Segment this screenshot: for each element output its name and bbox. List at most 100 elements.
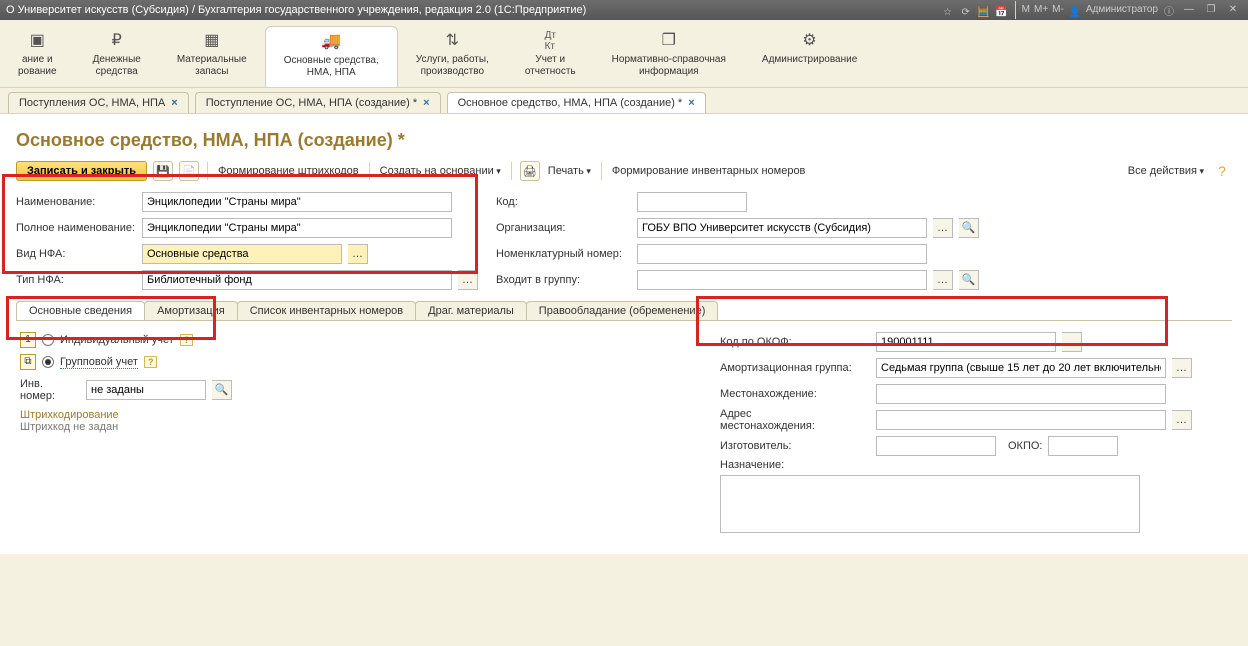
favorite-icon[interactable]: ☆ (941, 3, 955, 17)
fullname-input[interactable] (142, 218, 452, 238)
action-bar: Записать и закрыть 💾 📄 Формирование штри… (16, 161, 1232, 181)
radio-group[interactable] (42, 356, 54, 368)
label-group[interactable]: Групповой учет (60, 356, 138, 369)
calculator-icon[interactable]: 🧮 (977, 3, 991, 17)
barcoding-status: Штрихкод не задан (20, 421, 360, 433)
ingroup-input[interactable] (637, 270, 927, 290)
purpose-textarea[interactable] (720, 475, 1140, 533)
user-name[interactable]: Администратор (1086, 0, 1158, 20)
help-icon[interactable]: ? (144, 356, 158, 368)
search-icon[interactable]: 🔍 (212, 380, 232, 400)
minimize-button[interactable]: — (1180, 0, 1198, 20)
label-nomen: Номенклатурный номер: (496, 248, 631, 260)
label-vid-nfa: Вид НФА: (16, 248, 136, 260)
address-input[interactable] (876, 410, 1166, 430)
help-icon[interactable]: ? (1212, 161, 1232, 181)
create-on-basis-button[interactable]: Создать на основании (378, 163, 503, 179)
memory-mminus[interactable]: M- (1052, 0, 1064, 20)
label-tip-nfa: Тип НФА: (16, 274, 136, 286)
mode-1-icon: 1 (20, 332, 36, 348)
module-reference[interactable]: ❐Нормативно-справочная информация (594, 26, 744, 87)
ellipsis-button[interactable]: … (458, 270, 478, 290)
tab-precious[interactable]: Драг. материалы (415, 301, 527, 320)
label-okpo: ОКПО: (1008, 440, 1042, 452)
okpo-input[interactable] (1048, 436, 1118, 456)
ellipsis-button[interactable]: … (1062, 332, 1082, 352)
tab-main-info[interactable]: Основные сведения (16, 301, 145, 320)
window-title: О Университет искусств (Субсидия) / Бухг… (6, 0, 586, 20)
close-icon[interactable]: × (171, 97, 177, 109)
module-materials[interactable]: ▦Материальные запасы (159, 26, 265, 87)
page-title: Основное средство, НМА, НПА (создание) * (16, 130, 1232, 151)
memory-mplus[interactable]: M+ (1034, 0, 1048, 20)
tab-inv-list[interactable]: Список инвентарных номеров (237, 301, 416, 320)
okof-input[interactable] (876, 332, 1056, 352)
save-close-button[interactable]: Записать и закрыть (16, 161, 147, 181)
help-icon[interactable]: ? (180, 334, 194, 346)
vid-nfa-input[interactable] (142, 244, 342, 264)
memory-m[interactable]: M (1022, 0, 1030, 20)
nomen-input[interactable] (637, 244, 927, 264)
module-0[interactable]: ▣ание и рование (0, 26, 75, 87)
label-fullname: Полное наименование: (16, 222, 136, 234)
close-icon[interactable]: × (688, 97, 694, 109)
calendar-icon[interactable]: 📅 (995, 3, 1009, 17)
doc-icon-button[interactable]: 📄 (179, 161, 199, 181)
label-ingroup: Входит в группу: (496, 274, 631, 286)
org-input[interactable] (637, 218, 927, 238)
close-icon[interactable]: × (423, 97, 429, 109)
maker-input[interactable] (876, 436, 996, 456)
label-individual: Индивидуальный учет (60, 334, 174, 346)
module-cash[interactable]: ₽Денежные средства (75, 26, 159, 87)
doc-tab-2[interactable]: Основное средство, НМА, НПА (создание) *… (447, 92, 706, 113)
module-accounting[interactable]: ДтКтУчет и отчетность (507, 26, 594, 87)
ellipsis-button[interactable]: … (1172, 358, 1192, 378)
ellipsis-button[interactable]: … (1172, 410, 1192, 430)
search-icon[interactable]: 🔍 (959, 218, 979, 238)
location-input[interactable] (876, 384, 1166, 404)
label-org: Организация: (496, 222, 631, 234)
radio-individual[interactable] (42, 334, 54, 346)
label-amort-group: Амортизационная группа: (720, 362, 870, 374)
ellipsis-button[interactable]: … (348, 244, 368, 264)
label-name: Наименование: (16, 196, 136, 208)
document-tabs: Поступления ОС, НМА, НПА× Поступление ОС… (0, 88, 1248, 114)
ellipsis-button[interactable]: … (933, 218, 953, 238)
module-fixed-assets[interactable]: 🚚Основные средства, НМА, НПА (265, 26, 398, 87)
history-icon[interactable]: ⟳ (959, 3, 973, 17)
modules-toolbar: ▣ание и рование ₽Денежные средства ▦Мате… (0, 20, 1248, 88)
tab-amortization[interactable]: Амортизация (144, 301, 238, 320)
search-icon[interactable]: 🔍 (959, 270, 979, 290)
label-code: Код: (496, 196, 631, 208)
barcoding-title: Штрихкодирование (20, 409, 360, 421)
amort-group-input[interactable] (876, 358, 1166, 378)
info-icon[interactable]: ⓘ (1162, 3, 1176, 17)
all-actions-button[interactable]: Все действия (1126, 163, 1206, 179)
mode-group-icon: ⧉ (20, 354, 36, 370)
user-icon: 👤 (1068, 3, 1082, 17)
label-address: Адрес местонахождения: (720, 408, 870, 432)
code-input[interactable] (637, 192, 747, 212)
print-icon[interactable]: 🖨 (520, 161, 540, 181)
tip-nfa-input[interactable] (142, 270, 452, 290)
label-inv-num: Инв. номер: (20, 378, 80, 402)
close-window-button[interactable]: ✕ (1224, 0, 1242, 20)
label-purpose: Назначение: (720, 459, 870, 471)
inv-numbers-button[interactable]: Формирование инвентарных номеров (610, 163, 808, 179)
tab-rights[interactable]: Правообладание (обременение) (526, 301, 719, 320)
doc-tab-1[interactable]: Поступление ОС, НМА, НПА (создание) *× (195, 92, 441, 113)
maximize-button[interactable]: ❐ (1202, 0, 1220, 20)
doc-tab-0[interactable]: Поступления ОС, НМА, НПА× (8, 92, 189, 113)
save-icon-button[interactable]: 💾 (153, 161, 173, 181)
ellipsis-button[interactable]: … (933, 270, 953, 290)
label-maker: Изготовитель: (720, 440, 870, 452)
inv-num-input[interactable] (86, 380, 206, 400)
barcode-button[interactable]: Формирование штрихкодов (216, 163, 361, 179)
module-services[interactable]: ⇅Услуги, работы, производство (398, 26, 507, 87)
label-location: Местонахождение: (720, 388, 870, 400)
module-admin[interactable]: ⚙Администрирование (744, 26, 875, 87)
window-titlebar: О Университет искусств (Субсидия) / Бухг… (0, 0, 1248, 20)
label-okof: Код по ОКОФ: (720, 336, 870, 348)
name-input[interactable] (142, 192, 452, 212)
print-button[interactable]: Печать (546, 163, 593, 179)
